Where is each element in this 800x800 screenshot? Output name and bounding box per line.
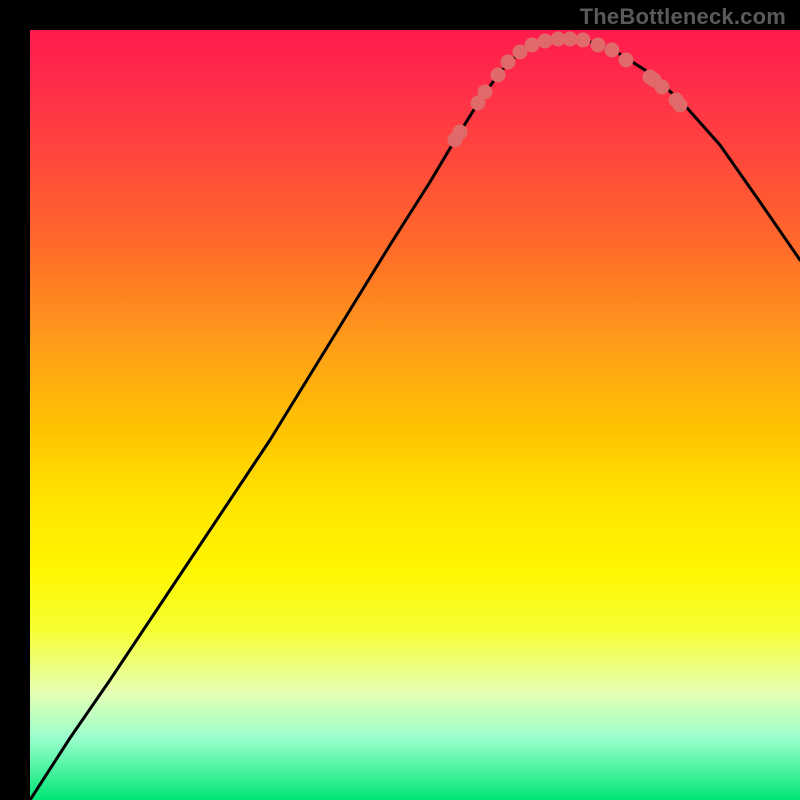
data-marker	[491, 68, 506, 83]
data-marker	[591, 38, 606, 53]
chart-svg	[30, 30, 800, 800]
data-marker	[655, 80, 670, 95]
data-marker	[563, 32, 578, 47]
data-marker	[673, 98, 688, 113]
data-marker	[538, 34, 553, 49]
data-marker	[576, 33, 591, 48]
data-marker	[525, 38, 540, 53]
chart-plot	[30, 30, 800, 800]
data-marker	[478, 85, 493, 100]
bottleneck-curve	[30, 38, 800, 800]
watermark-text: TheBottleneck.com	[580, 4, 786, 30]
chart-frame	[15, 15, 785, 785]
marker-group	[448, 32, 688, 148]
data-marker	[501, 55, 516, 70]
data-marker	[453, 125, 468, 140]
curve-line	[30, 38, 800, 800]
data-marker	[605, 43, 620, 58]
data-marker	[619, 53, 634, 68]
